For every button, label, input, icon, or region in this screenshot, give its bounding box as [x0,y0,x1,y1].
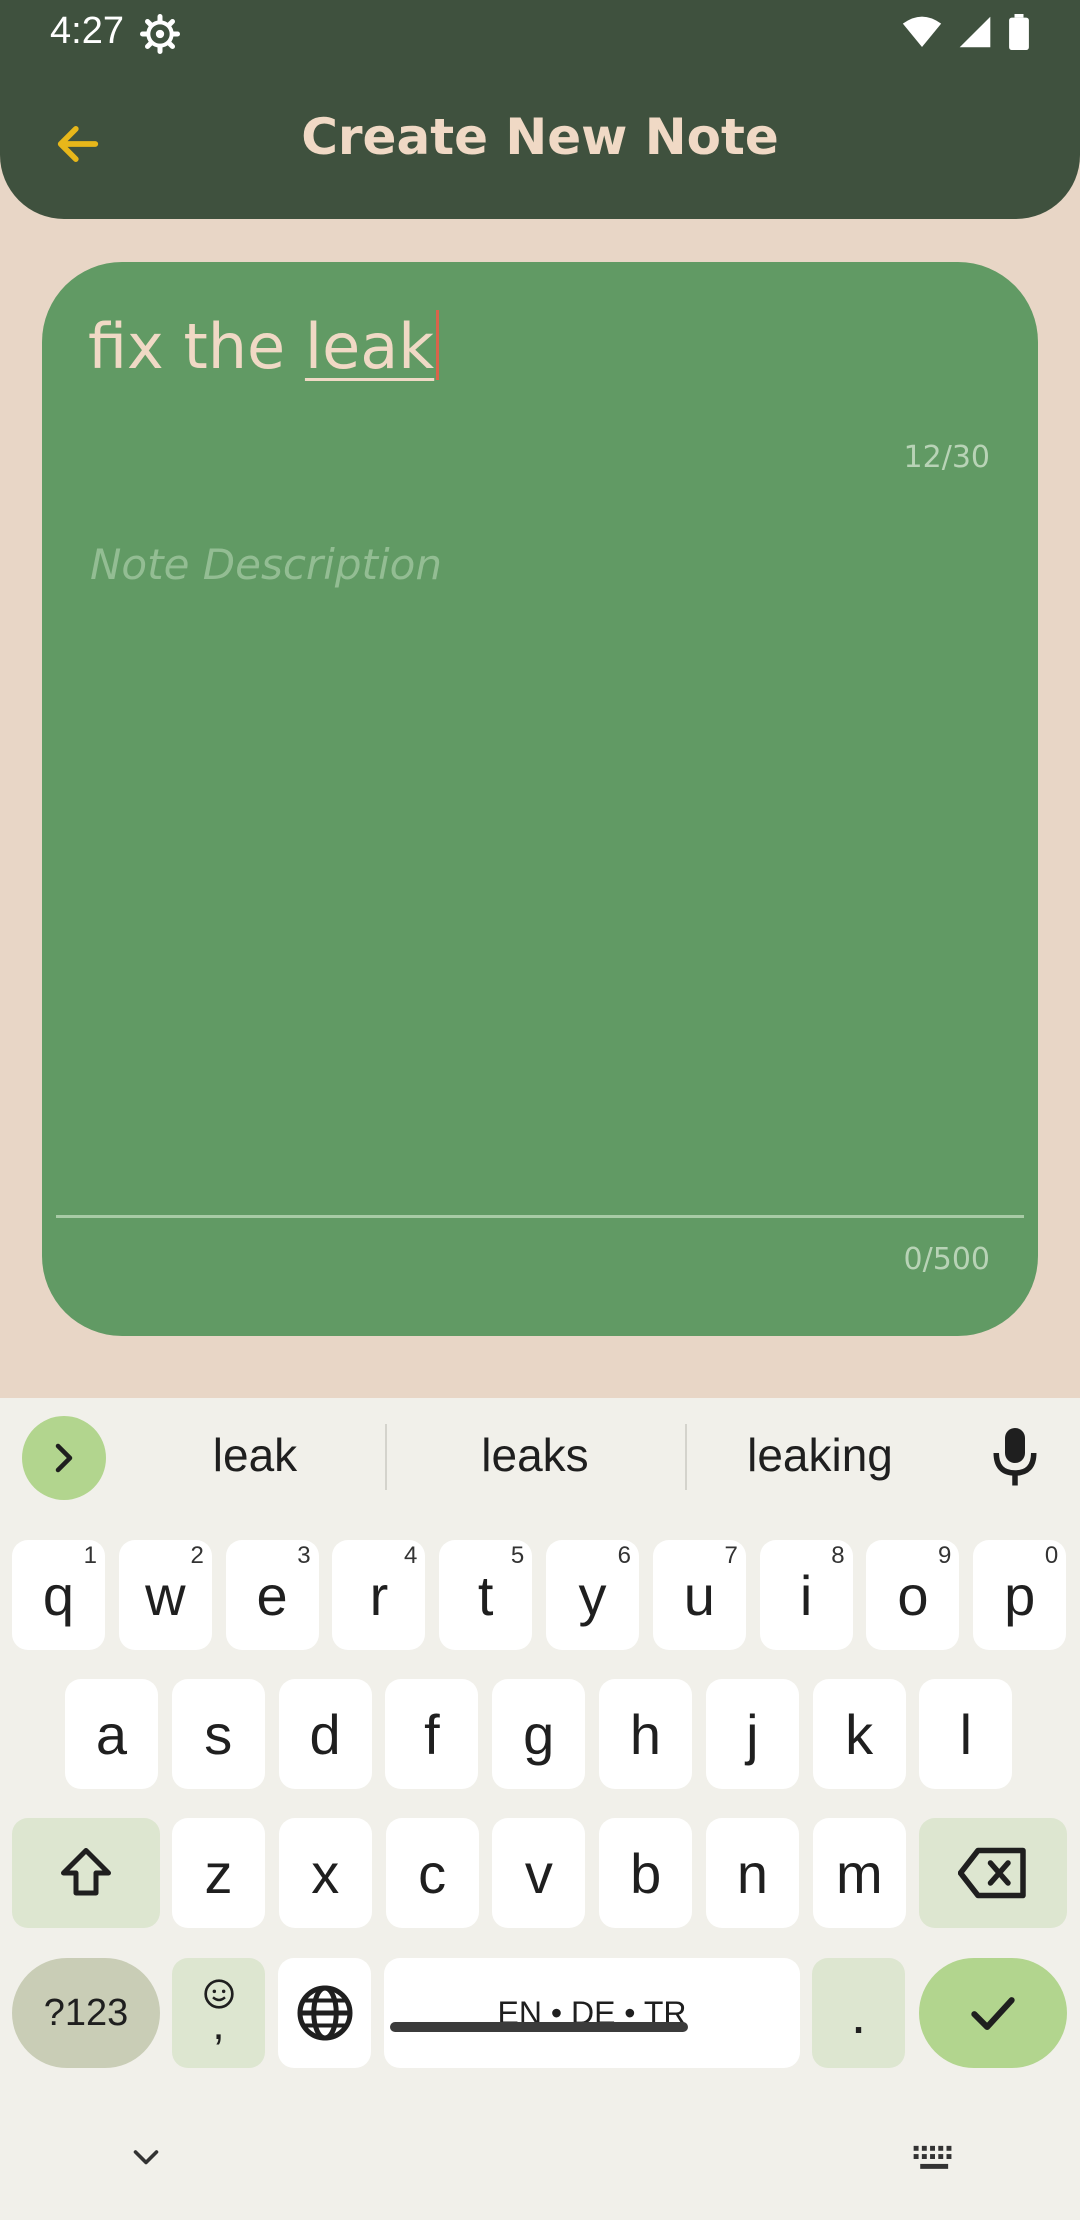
key-hint: 3 [297,1542,311,1569]
key-a[interactable]: a [65,1679,158,1789]
key-q[interactable]: q1 [12,1540,105,1650]
text-cursor [436,310,440,380]
key-n[interactable]: n [706,1818,799,1928]
suggestion-1[interactable]: leak [140,1428,370,1482]
soft-keyboard: leak leaks leaking ?123 , EN • DE • TR .… [0,1398,1080,2220]
key-y[interactable]: y6 [546,1540,639,1650]
note-title-input[interactable]: fix the leak [88,310,440,383]
backspace-key[interactable] [919,1818,1067,1928]
key-hint: 8 [831,1542,845,1569]
key-m[interactable]: m [812,1818,906,1928]
emoji-comma-key[interactable]: , [172,1958,265,2068]
key-label: o [897,1563,929,1627]
comma-label: , [212,2000,225,2049]
key-label: r [369,1563,389,1627]
status-time: 4:27 [50,10,124,52]
suggestion-2[interactable]: leaks [400,1428,670,1482]
microphone-icon[interactable] [990,1428,1040,1488]
suggestion-3[interactable]: leaking [700,1428,940,1482]
key-p[interactable]: p0 [973,1540,1067,1650]
page-title: Create New Note [301,108,779,166]
battery-icon [1009,14,1029,50]
hide-keyboard-chevron-icon[interactable] [128,2140,164,2176]
shift-icon [61,1848,111,1896]
top-app-bar: 4:27 Create New Note [0,0,1080,219]
key-f[interactable]: f [385,1679,479,1789]
signal-icon [959,16,991,48]
description-divider [56,1215,1024,1218]
language-key[interactable] [278,1958,371,2068]
key-hint: 9 [938,1542,952,1569]
key-l[interactable]: l [919,1679,1013,1789]
keyboard-switch-icon[interactable] [912,2144,958,2174]
key-hint: 4 [404,1542,418,1569]
key-v[interactable]: v [492,1818,586,1928]
period-key[interactable]: . [812,1958,905,2068]
wifi-icon [902,16,942,47]
key-r[interactable]: r4 [332,1540,426,1650]
key-x[interactable]: x [278,1818,372,1928]
home-gesture-bar[interactable] [390,2022,688,2032]
key-hint: 7 [724,1542,738,1569]
suggestions-expand-button[interactable] [22,1416,106,1500]
key-u[interactable]: u7 [652,1540,746,1650]
symbols-key[interactable]: ?123 [12,1958,160,2068]
key-label: t [477,1563,494,1627]
key-label: e [256,1563,288,1627]
key-i[interactable]: i8 [759,1540,853,1650]
key-z[interactable]: z [172,1818,265,1928]
key-label: u [683,1563,715,1627]
key-b[interactable]: b [599,1818,693,1928]
key-hint: 0 [1044,1542,1059,1569]
title-char-counter: 12/30 [903,440,990,475]
key-w[interactable]: w2 [118,1540,212,1650]
backspace-icon [958,1847,1026,1899]
key-t[interactable]: t5 [439,1540,533,1650]
suggestion-separator [385,1424,387,1490]
key-o[interactable]: o9 [866,1540,960,1650]
status-icons [902,14,1030,50]
key-k[interactable]: k [812,1679,906,1789]
key-hint: 2 [190,1542,204,1569]
shift-key[interactable] [12,1818,160,1928]
globe-icon [297,1985,352,2041]
key-g[interactable]: g [492,1679,586,1789]
key-c[interactable]: c [385,1818,479,1928]
key-label: p [1004,1563,1036,1627]
key-hint: 6 [617,1542,631,1569]
key-label: q [42,1563,75,1627]
key-hint: 1 [83,1542,97,1569]
gear-icon [140,14,180,54]
key-j[interactable]: j [705,1679,799,1789]
key-e[interactable]: e3 [225,1540,319,1650]
note-card: fix the leak 12/30 Note Description 0/50… [42,262,1038,1336]
key-label: y [578,1563,607,1627]
key-h[interactable]: h [599,1679,692,1789]
suggestion-separator [685,1424,687,1490]
key-s[interactable]: s [171,1679,265,1789]
space-key[interactable]: EN • DE • TR [384,1958,800,2068]
description-char-counter: 0/500 [903,1242,990,1277]
note-title-text: fix the [88,310,305,383]
chevron-right-icon [55,1443,73,1473]
key-hint: 5 [510,1542,525,1569]
note-title-composing-word: leak [304,310,435,383]
done-key[interactable] [919,1958,1067,2068]
key-label: i [799,1563,813,1627]
key-label: w [145,1563,186,1627]
key-d[interactable]: d [278,1679,372,1789]
check-icon [971,1997,1015,2031]
note-description-input[interactable]: Note Description [90,540,442,589]
